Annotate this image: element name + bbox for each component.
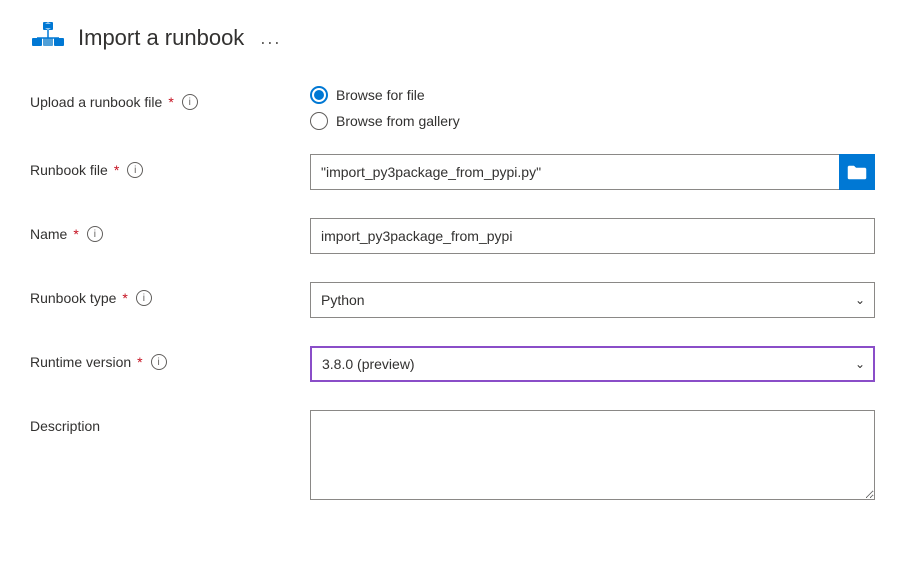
upload-runbook-label: Upload a runbook file * i bbox=[30, 86, 310, 110]
runtime-version-control: 3.8.0 (preview) 3.6.0 2.7.0 ⌄ bbox=[310, 346, 875, 382]
page-header: Import a runbook ... bbox=[30, 20, 875, 56]
more-options-button[interactable]: ... bbox=[260, 28, 281, 49]
runbook-type-required: * bbox=[122, 290, 127, 306]
runtime-version-select-wrapper: 3.8.0 (preview) 3.6.0 2.7.0 ⌄ bbox=[310, 346, 875, 382]
browse-for-file-option[interactable]: Browse for file bbox=[310, 86, 875, 104]
name-input[interactable] bbox=[310, 218, 875, 254]
runbook-type-select-wrapper: Python PowerShell Python 2 Python 3 ⌄ bbox=[310, 282, 875, 318]
runbook-file-label-text: Runbook file bbox=[30, 162, 108, 178]
runtime-version-select[interactable]: 3.8.0 (preview) 3.6.0 2.7.0 bbox=[310, 346, 875, 382]
browse-for-file-label: Browse for file bbox=[336, 87, 425, 103]
runbook-file-control bbox=[310, 154, 875, 190]
runbook-file-row: Runbook file * i bbox=[30, 154, 875, 194]
browse-from-gallery-option[interactable]: Browse from gallery bbox=[310, 112, 875, 130]
page-title: Import a runbook bbox=[78, 25, 244, 51]
browse-from-gallery-radio[interactable] bbox=[310, 112, 328, 130]
name-label-text: Name bbox=[30, 226, 67, 242]
runbook-file-required: * bbox=[114, 162, 119, 178]
upload-type-radio-group: Browse for file Browse from gallery bbox=[310, 86, 875, 130]
name-label: Name * i bbox=[30, 218, 310, 242]
upload-runbook-info-icon[interactable]: i bbox=[182, 94, 198, 110]
upload-runbook-required: * bbox=[168, 94, 173, 110]
name-info-icon[interactable]: i bbox=[87, 226, 103, 242]
upload-runbook-row: Upload a runbook file * i Browse for fil… bbox=[30, 86, 875, 130]
description-textarea[interactable] bbox=[310, 410, 875, 500]
runbook-type-label: Runbook type * i bbox=[30, 282, 310, 306]
name-control bbox=[310, 218, 875, 254]
browse-for-file-radio[interactable] bbox=[310, 86, 328, 104]
runtime-version-required: * bbox=[137, 354, 142, 370]
folder-icon bbox=[847, 164, 867, 180]
description-label-text: Description bbox=[30, 418, 100, 434]
runbook-type-select[interactable]: Python PowerShell Python 2 Python 3 bbox=[310, 282, 875, 318]
runtime-version-label-text: Runtime version bbox=[30, 354, 131, 370]
browse-from-gallery-label: Browse from gallery bbox=[336, 113, 460, 129]
runbook-type-info-icon[interactable]: i bbox=[136, 290, 152, 306]
runtime-version-label: Runtime version * i bbox=[30, 346, 310, 370]
file-browse-button[interactable] bbox=[839, 154, 875, 190]
azure-automation-icon bbox=[30, 20, 66, 56]
description-control bbox=[310, 410, 875, 503]
file-input-wrapper bbox=[310, 154, 875, 190]
description-label: Description bbox=[30, 410, 310, 434]
runtime-version-row: Runtime version * i 3.8.0 (preview) 3.6.… bbox=[30, 346, 875, 386]
runbook-type-label-text: Runbook type bbox=[30, 290, 116, 306]
runbook-type-row: Runbook type * i Python PowerShell Pytho… bbox=[30, 282, 875, 322]
runbook-file-input[interactable] bbox=[310, 154, 839, 190]
description-row: Description bbox=[30, 410, 875, 503]
runbook-type-control: Python PowerShell Python 2 Python 3 ⌄ bbox=[310, 282, 875, 318]
runbook-file-label: Runbook file * i bbox=[30, 154, 310, 178]
name-required: * bbox=[73, 226, 78, 242]
runtime-version-info-icon[interactable]: i bbox=[151, 354, 167, 370]
upload-runbook-label-text: Upload a runbook file bbox=[30, 94, 162, 110]
name-row: Name * i bbox=[30, 218, 875, 258]
upload-runbook-control: Browse for file Browse from gallery bbox=[310, 86, 875, 130]
runbook-file-info-icon[interactable]: i bbox=[127, 162, 143, 178]
